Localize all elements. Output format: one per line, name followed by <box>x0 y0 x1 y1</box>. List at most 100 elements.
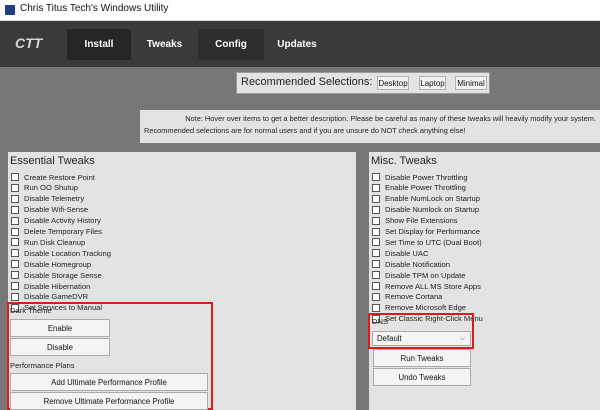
checkbox[interactable] <box>372 205 380 214</box>
dns-selected-value: Default <box>377 334 402 343</box>
chevron-down-icon: ⌵ <box>459 335 465 342</box>
tweak-checkbox-item[interactable]: Show File Extensions <box>372 216 458 226</box>
checkbox[interactable] <box>11 292 19 301</box>
tweak-checkbox-item[interactable]: Disable Location Tracking <box>11 248 111 258</box>
desktop-button[interactable]: Desktop <box>377 76 409 90</box>
checkbox[interactable] <box>11 271 19 280</box>
checkbox-label: Run Disk Cleanup <box>24 237 86 247</box>
run-tweaks-button[interactable]: Run Tweaks <box>373 349 471 367</box>
tweak-checkbox-item[interactable]: Run Disk Cleanup <box>11 237 85 247</box>
tweak-checkbox-item[interactable]: Disable UAC <box>372 248 428 258</box>
undo-tweaks-button[interactable]: Undo Tweaks <box>373 368 471 386</box>
checkbox[interactable] <box>11 183 19 192</box>
tweak-checkbox-item[interactable]: Disable Activity History <box>11 216 101 226</box>
checkbox-label: Run OO Shutup <box>24 183 79 193</box>
checkbox[interactable] <box>372 194 380 203</box>
tweak-checkbox-item[interactable]: Run OO Shutup <box>11 183 78 193</box>
tweak-checkbox-item[interactable]: Delete Temporary Files <box>11 227 102 237</box>
tweak-checkbox-item[interactable]: Remove ALL MS Store Apps <box>372 281 481 291</box>
window-title: Chris Titus Tech's Windows Utility <box>20 3 169 14</box>
checkbox[interactable] <box>372 249 380 258</box>
disable-dark-theme-button[interactable]: Disable <box>10 338 110 356</box>
recommended-selections: Recommended Selections: Desktop Laptop M… <box>236 72 490 94</box>
ctt-logo: CTT <box>15 35 44 51</box>
add-ultimate-performance-button[interactable]: Add Ultimate Performance Profile <box>10 373 208 391</box>
tweak-checkbox-item[interactable]: Remove Microsoft Edge <box>372 303 466 313</box>
checkbox-label: Disable TPM on Update <box>385 270 466 280</box>
misc-tweaks-title: Misc. Tweaks <box>371 155 437 167</box>
tab-config[interactable]: Config <box>198 29 264 60</box>
checkbox[interactable] <box>372 260 380 269</box>
tweak-checkbox-item[interactable]: Enable Power Throttling <box>372 183 466 193</box>
checkbox[interactable] <box>372 271 380 280</box>
tab-install[interactable]: Install <box>67 29 131 60</box>
checkbox[interactable] <box>372 216 380 225</box>
checkbox-label: Disable Telemetry <box>24 194 85 204</box>
checkbox[interactable] <box>11 205 19 214</box>
checkbox-label: Enable NumLock on Startup <box>385 194 480 204</box>
misc-tweaks-panel: Misc. Tweaks Disable Power Throttling Ena… <box>368 152 600 410</box>
checkbox[interactable] <box>372 292 380 301</box>
essential-tweaks-panel: Essential Tweaks Create Restore Point Run… <box>7 152 356 410</box>
checkbox-label: Remove Cortana <box>385 292 443 302</box>
tweak-checkbox-item[interactable]: Set Display for Performance <box>372 227 480 237</box>
checkbox[interactable] <box>11 227 19 236</box>
checkbox[interactable] <box>11 238 19 247</box>
checkbox[interactable] <box>372 183 380 192</box>
checkbox-label: Remove ALL MS Store Apps <box>385 281 481 291</box>
checkbox-label: Delete Temporary Files <box>24 227 102 236</box>
checkbox-label: Set Time to UTC (Dual Boot) <box>385 237 482 247</box>
checkbox[interactable] <box>372 282 380 290</box>
tweak-checkbox-item[interactable]: Disable Numlock on Startup <box>372 205 479 215</box>
tweak-checkbox-item[interactable]: Disable Hibernation <box>11 281 90 291</box>
minimal-button[interactable]: Minimal <box>455 76 487 90</box>
enable-dark-theme-button[interactable]: Enable <box>10 319 110 337</box>
tweak-checkbox-item[interactable]: Disable Wifi-Sense <box>11 205 88 215</box>
checkbox-label: Disable Wifi-Sense <box>24 205 89 215</box>
tweak-checkbox-item[interactable]: Create Restore Point <box>11 172 95 182</box>
tweak-checkbox-item[interactable]: Disable Homegroup <box>11 259 91 269</box>
checkbox[interactable] <box>11 173 19 181</box>
checkbox[interactable] <box>11 249 19 258</box>
tweak-checkbox-item[interactable]: Remove Cortana <box>372 292 442 302</box>
note-box: Note: Hover over items to get a better d… <box>140 110 600 143</box>
dns-dropdown[interactable]: Default ⌵ <box>372 331 471 346</box>
tweak-checkbox-item[interactable]: Disable GameDVR <box>11 292 88 302</box>
checkbox[interactable] <box>11 282 19 290</box>
tweak-checkbox-item[interactable]: Disable Telemetry <box>11 194 84 204</box>
checkbox-label: Disable Notification <box>385 259 450 269</box>
checkbox-label: Disable Numlock on Startup <box>385 205 480 215</box>
note-line-1: Note: Hover over items to get a better d… <box>185 114 596 123</box>
laptop-button[interactable]: Laptop <box>419 76 446 90</box>
app-icon <box>5 5 15 15</box>
performance-plans-label: Performance Plans <box>10 361 75 370</box>
checkbox[interactable] <box>11 216 19 225</box>
tweak-checkbox-item[interactable]: Enable NumLock on Startup <box>372 194 480 204</box>
dark-theme-label: Dark Theme <box>10 306 52 315</box>
tab-updates[interactable]: Updates <box>264 29 330 60</box>
title-bar: Chris Titus Tech's Windows Utility <box>0 0 600 21</box>
checkbox[interactable] <box>372 238 380 247</box>
checkbox-label: Disable Power Throttling <box>385 172 468 182</box>
checkbox[interactable] <box>372 173 380 181</box>
checkbox-label: Disable Homegroup <box>24 259 92 269</box>
dns-label: DNS <box>372 317 389 326</box>
tweak-checkbox-item[interactable]: Disable Storage Sense <box>11 270 102 280</box>
tweak-checkbox-item[interactable]: Set Time to UTC (Dual Boot) <box>372 237 482 247</box>
checkbox-label: Disable Hibernation <box>24 281 91 291</box>
recommended-label: Recommended Selections: <box>241 76 373 88</box>
checkbox-label: Enable Power Throttling <box>385 183 466 193</box>
checkbox[interactable] <box>372 303 380 312</box>
tweak-checkbox-item[interactable]: Disable Notification <box>372 259 450 269</box>
checkbox-label: Create Restore Point <box>24 172 95 182</box>
remove-ultimate-performance-button[interactable]: Remove Ultimate Performance Profile <box>10 392 208 410</box>
checkbox[interactable] <box>11 260 19 269</box>
tab-tweaks[interactable]: Tweaks <box>131 29 198 60</box>
tweak-checkbox-item[interactable]: Disable TPM on Update <box>372 270 465 280</box>
checkbox[interactable] <box>372 227 380 236</box>
checkbox-label: Show File Extensions <box>385 216 458 226</box>
tweak-checkbox-item[interactable]: Disable Power Throttling <box>372 172 468 182</box>
checkbox-label: Disable GameDVR <box>24 292 89 302</box>
checkbox[interactable] <box>11 194 19 203</box>
header-bar: CTT Install Tweaks Config Updates <box>0 21 600 67</box>
